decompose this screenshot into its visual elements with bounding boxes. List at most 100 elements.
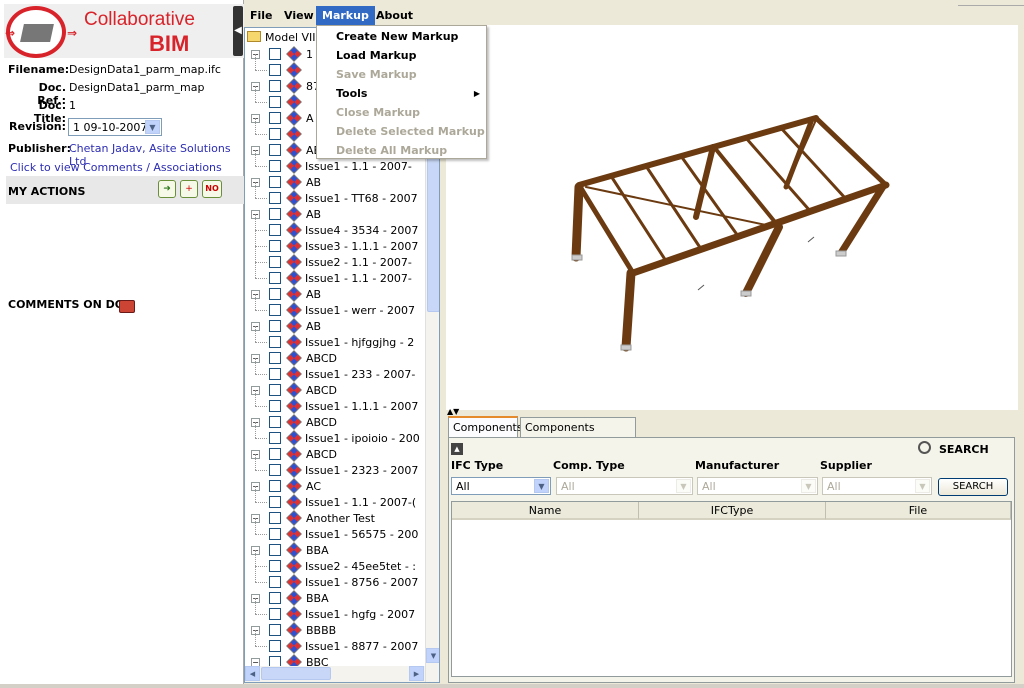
tree-checkbox[interactable] [269,304,281,316]
tree-checkbox[interactable] [269,608,281,620]
add-comment-icon[interactable]: + [180,180,198,198]
markup-menu-item-tools[interactable]: Tools ▶ [317,84,486,103]
search-button[interactable]: SEARCH [938,478,1008,496]
tree-checkbox[interactable] [269,128,281,140]
tab-components[interactable]: Components [448,416,523,438]
submenu-arrow-icon: ▶ [473,89,480,98]
viewer-splitter[interactable]: ▲▼ [446,407,1018,416]
tree-row-label: Issue3 - 1.1.1 - 2007 [305,240,419,253]
tree-checkbox[interactable] [269,160,281,172]
tree-checkbox[interactable] [269,336,281,348]
tree-checkbox[interactable] [269,400,281,412]
comp-type-label: Comp. Type [553,459,625,472]
menu-markup[interactable]: Markup [316,6,375,25]
tree-checkbox[interactable] [269,416,281,428]
chevron-down-icon[interactable]: ▼ [801,479,816,493]
tree-checkbox[interactable] [269,224,281,236]
tree-checkbox[interactable] [269,576,281,588]
revision-select[interactable]: 1 09-10-2007 ▼ [68,118,162,136]
menu-file[interactable]: File [244,6,279,25]
menu-about[interactable]: About [370,6,419,25]
tree-checkbox[interactable] [269,560,281,572]
issue-icon [286,430,302,446]
chevron-down-icon[interactable]: ▼ [676,479,691,493]
supplier-select[interactable]: All ▼ [822,477,932,495]
markup-menu: Create New Markup Load Markup Save Markup T… [316,25,487,159]
ifc-type-select[interactable]: All ▼ [451,477,551,495]
tree-checkbox[interactable] [269,432,281,444]
markup-menu-item-delete-selected-markup[interactable]: Delete Selected Markup [317,122,486,141]
tree-checkbox[interactable] [269,256,281,268]
manufacturer-select[interactable]: All ▼ [697,477,818,495]
column-header-ifctype[interactable]: IFCType [639,502,826,520]
components-grid: Name IFCType File [451,501,1012,677]
markup-group-icon [286,382,302,398]
tree-checkbox[interactable] [269,512,281,524]
markup-group-icon [286,286,302,302]
menu-view[interactable]: View [278,6,320,25]
export-action-icon[interactable]: ➜ [158,180,176,198]
tree-row-label: Issue1 - 8756 - 2007 [305,576,419,589]
markup-menu-item-label: Create New Markup [336,30,459,43]
markup-menu-item-delete-all-markup[interactable]: Delete All Markup [317,141,486,160]
tree-checkbox[interactable] [269,64,281,76]
tree-checkbox[interactable] [269,352,281,364]
print-icon[interactable] [119,300,135,313]
markup-menu-item-load-markup[interactable]: Load Markup [317,46,486,65]
tree-checkbox[interactable] [269,368,281,380]
tree-checkbox[interactable] [269,624,281,636]
tree-checkbox[interactable] [269,288,281,300]
component-tabs: Components Components Summary [448,416,1018,453]
tree-connector [255,422,256,438]
filename-value: DesignData1_parm_map.ifc [69,63,221,76]
tree-checkbox[interactable] [269,48,281,60]
tree-checkbox[interactable] [269,640,281,652]
markup-menu-item-close-markup[interactable]: Close Markup [317,103,486,122]
tree-checkbox[interactable] [269,176,281,188]
markup-menu-item-label: Delete All Markup [336,144,448,157]
splitter-arrows-icon[interactable]: ▲▼ [447,407,459,416]
tree-checkbox[interactable] [269,320,281,332]
tree-checkbox[interactable] [269,272,281,284]
tree-checkbox[interactable] [269,592,281,604]
tree-checkbox[interactable] [269,192,281,204]
issue-icon [286,462,302,478]
tree-horizontal-scrollbar[interactable]: ◀ ▶ [245,666,425,682]
tree-checkbox[interactable] [269,528,281,540]
column-header-file[interactable]: File [826,502,1011,520]
column-header-name[interactable]: Name [452,502,639,520]
logo-text-line2: BIM [149,31,190,56]
panel-collapse-handle[interactable]: ◀ [233,6,243,56]
collapse-toggle-icon[interactable]: ▲ [451,443,463,455]
tree-checkbox[interactable] [269,384,281,396]
model-3d-viewer[interactable] [446,25,1018,410]
markup-group-icon [286,110,302,126]
hscroll-thumb[interactable] [261,667,331,680]
tree-checkbox[interactable] [269,496,281,508]
comp-type-select[interactable]: All ▼ [556,477,693,495]
scroll-down-icon[interactable]: ▼ [426,648,439,663]
tree-checkbox[interactable] [269,448,281,460]
tree-checkbox[interactable] [269,112,281,124]
markup-group-icon [286,510,302,526]
markup-group-icon [286,318,302,334]
markup-menu-item-label: Load Markup [336,49,417,62]
tree-checkbox[interactable] [269,544,281,556]
tree-checkbox[interactable] [269,96,281,108]
view-comments-link[interactable]: Click to view Comments / Associations [10,161,222,174]
markup-menu-item-create-new-markup[interactable]: Create New Markup [317,27,486,46]
tab-components-summary[interactable]: Components Summary [520,417,636,453]
tree-checkbox[interactable] [269,208,281,220]
tree-checkbox[interactable] [269,480,281,492]
tree-checkbox[interactable] [269,144,281,156]
markup-menu-item-save-markup[interactable]: Save Markup [317,65,486,84]
scroll-right-icon[interactable]: ▶ [409,666,424,681]
tree-checkbox[interactable] [269,240,281,252]
tree-checkbox[interactable] [269,80,281,92]
scroll-left-icon[interactable]: ◀ [245,666,260,681]
chevron-down-icon[interactable]: ▼ [915,479,930,493]
chevron-down-icon[interactable]: ▼ [145,120,160,134]
chevron-down-icon[interactable]: ▼ [534,479,549,493]
no-action-icon[interactable]: NO [202,180,222,198]
tree-checkbox[interactable] [269,464,281,476]
